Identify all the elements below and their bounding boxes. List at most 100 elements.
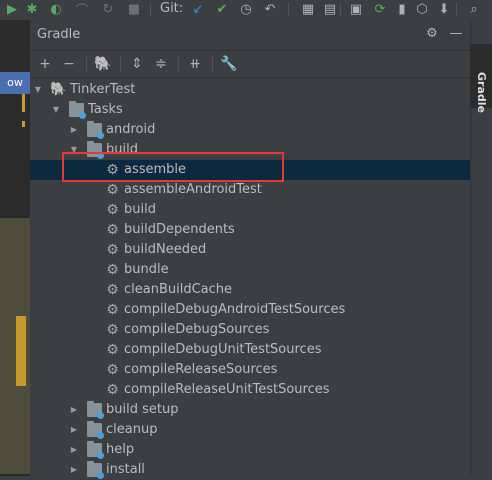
project-structure-icon[interactable]: ▤ [322, 1, 338, 17]
task-label: compileDebugUnitTestSources [124, 342, 322, 357]
tree-node-help[interactable]: ▶ help [30, 440, 470, 460]
debug-icon[interactable]: ✱ [24, 1, 40, 17]
settings-icon[interactable]: ⚙ [424, 26, 440, 42]
tree-label: install [106, 462, 145, 477]
gear-icon: ⚙ [106, 382, 119, 398]
git-commit-icon[interactable]: ✔ [214, 1, 230, 17]
run-icon[interactable]: ▶ [4, 1, 20, 17]
task-label: buildDependents [124, 222, 235, 237]
gear-icon: ⚙ [106, 302, 119, 318]
folder-icon [87, 401, 104, 419]
folder-icon [87, 121, 104, 139]
editor-orange-marker [16, 316, 26, 386]
task-item[interactable]: ⚙ buildDependents [30, 220, 470, 240]
tree-label: cleanup [106, 422, 158, 437]
gear-icon: ⚙ [106, 362, 119, 378]
chevron-down-icon[interactable]: ▼ [33, 80, 43, 100]
gear-icon: ⚙ [106, 282, 119, 298]
toolbar-separator [212, 57, 213, 71]
task-label: compileDebugAndroidTestSources [124, 302, 346, 317]
sdk-download-icon[interactable]: ⬇ [436, 1, 452, 17]
toolbar-separator [150, 3, 151, 17]
task-item[interactable]: ⚙ compileDebugAndroidTestSources [30, 300, 470, 320]
task-item[interactable]: ⚙ cleanBuildCache [30, 280, 470, 300]
tree-node-cleanup[interactable]: ▶ cleanup [30, 420, 470, 440]
remove-icon[interactable]: − [60, 55, 78, 73]
chevron-right-icon[interactable]: ▶ [69, 120, 79, 140]
gradle-sync-icon[interactable]: ⟳ [372, 1, 388, 17]
task-item[interactable]: ⚙ build [30, 200, 470, 220]
gear-icon: ⚙ [106, 242, 119, 258]
avd-icon[interactable]: ▮ [394, 1, 410, 17]
panel-toolbar: + − 🐘 ⇕ ≑ ⧺ 🔧 [30, 51, 470, 78]
gradle-panel: Gradle ⚙ — + − 🐘 ⇕ ≑ ⧺ 🔧 ▼ 🐘 TinkerTest … [30, 20, 470, 479]
main-toolbar: ▶ ✱ ◐ ⌒ ↻ ■ Git: ↙ ✔ ◷ ↶ ▦ ▤ ▣ ⟳ ▮ ⬡ ⬇ ⌕ [0, 0, 492, 21]
task-label: cleanBuildCache [124, 282, 233, 297]
task-item[interactable]: ⚙ bundle [30, 260, 470, 280]
tree-label: help [106, 442, 135, 457]
apply-changes-icon[interactable]: ↻ [100, 1, 116, 17]
chevron-right-icon[interactable]: ▶ [69, 420, 79, 440]
tree-label: Tasks [88, 102, 123, 117]
task-label: build [124, 202, 156, 217]
editor-tab[interactable]: ow [0, 72, 30, 94]
gear-icon: ⚙ [106, 322, 119, 338]
attach-icon[interactable]: ⌒ [74, 1, 90, 19]
gear-icon: ⚙ [106, 342, 119, 358]
toolbar-separator [120, 57, 121, 71]
side-tab-label: Gradle [475, 72, 488, 113]
tree-label: build setup [106, 402, 179, 417]
rollback-icon[interactable]: ↶ [262, 1, 278, 17]
editor-area: ow [0, 20, 31, 476]
structure-icon[interactable]: ▦ [300, 1, 316, 17]
toolbar-separator [178, 57, 179, 71]
folder-icon [87, 441, 104, 459]
tree-node-tasks[interactable]: ▼ Tasks [30, 100, 470, 120]
link-icon[interactable]: ⧺ [186, 55, 204, 73]
task-item[interactable]: ⚙ compileDebugUnitTestSources [30, 340, 470, 360]
tree-label: android [106, 122, 156, 137]
chevron-down-icon[interactable]: ▼ [51, 100, 61, 120]
gutter-marker [22, 94, 25, 112]
sdk-icon[interactable]: ⬡ [414, 1, 430, 17]
profile-icon[interactable]: ◐ [48, 1, 64, 17]
chevron-right-icon[interactable]: ▶ [69, 400, 79, 420]
add-icon[interactable]: + [36, 55, 54, 73]
tree-node-build-setup[interactable]: ▶ build setup [30, 400, 470, 420]
task-label: compileDebugSources [124, 322, 270, 337]
collapse-all-icon[interactable]: ≑ [152, 55, 170, 73]
folder-icon [87, 461, 104, 479]
tree-node-install[interactable]: ▶ install [30, 460, 470, 480]
task-item[interactable]: ⚙ compileReleaseUnitTestSources [30, 380, 470, 400]
task-item[interactable]: ⚙ assembleAndroidTest [30, 180, 470, 200]
gradle-elephant-icon: 🐘 [50, 82, 67, 97]
git-update-icon[interactable]: ↙ [190, 1, 206, 17]
panel-header: Gradle ⚙ — [30, 20, 470, 51]
folder-icon [87, 421, 104, 439]
chevron-right-icon[interactable]: ▶ [69, 460, 79, 480]
search-icon[interactable]: ⌕ [466, 1, 482, 17]
task-item[interactable]: ⚙ compileDebugSources [30, 320, 470, 340]
gradle-elephant-icon[interactable]: 🐘 [94, 55, 112, 73]
minimize-icon[interactable]: — [448, 26, 464, 42]
gear-icon: ⚙ [106, 222, 119, 238]
task-label: buildNeeded [124, 242, 207, 257]
stop-icon[interactable]: ■ [126, 1, 142, 17]
tree-node-project[interactable]: ▼ 🐘 TinkerTest [30, 80, 470, 100]
task-item[interactable]: ⚙ buildNeeded [30, 240, 470, 260]
task-label: compileReleaseUnitTestSources [124, 382, 330, 397]
toolbar-separator [340, 3, 341, 17]
task-item[interactable]: ⚙ compileReleaseSources [30, 360, 470, 380]
task-label: bundle [124, 262, 169, 277]
wrench-icon[interactable]: 🔧 [220, 55, 238, 73]
chevron-right-icon[interactable]: ▶ [69, 440, 79, 460]
gradle-side-tab[interactable]: Gradle [471, 44, 492, 113]
expand-all-icon[interactable]: ⇕ [128, 55, 146, 73]
panel-title: Gradle [37, 27, 81, 42]
folder-icon [69, 101, 86, 119]
gutter-marker [22, 121, 25, 127]
history-icon[interactable]: ◷ [238, 1, 254, 17]
tree-label: TinkerTest [70, 82, 136, 97]
terminal-icon[interactable]: ▣ [348, 1, 364, 17]
tree-node-android[interactable]: ▶ android [30, 120, 470, 140]
